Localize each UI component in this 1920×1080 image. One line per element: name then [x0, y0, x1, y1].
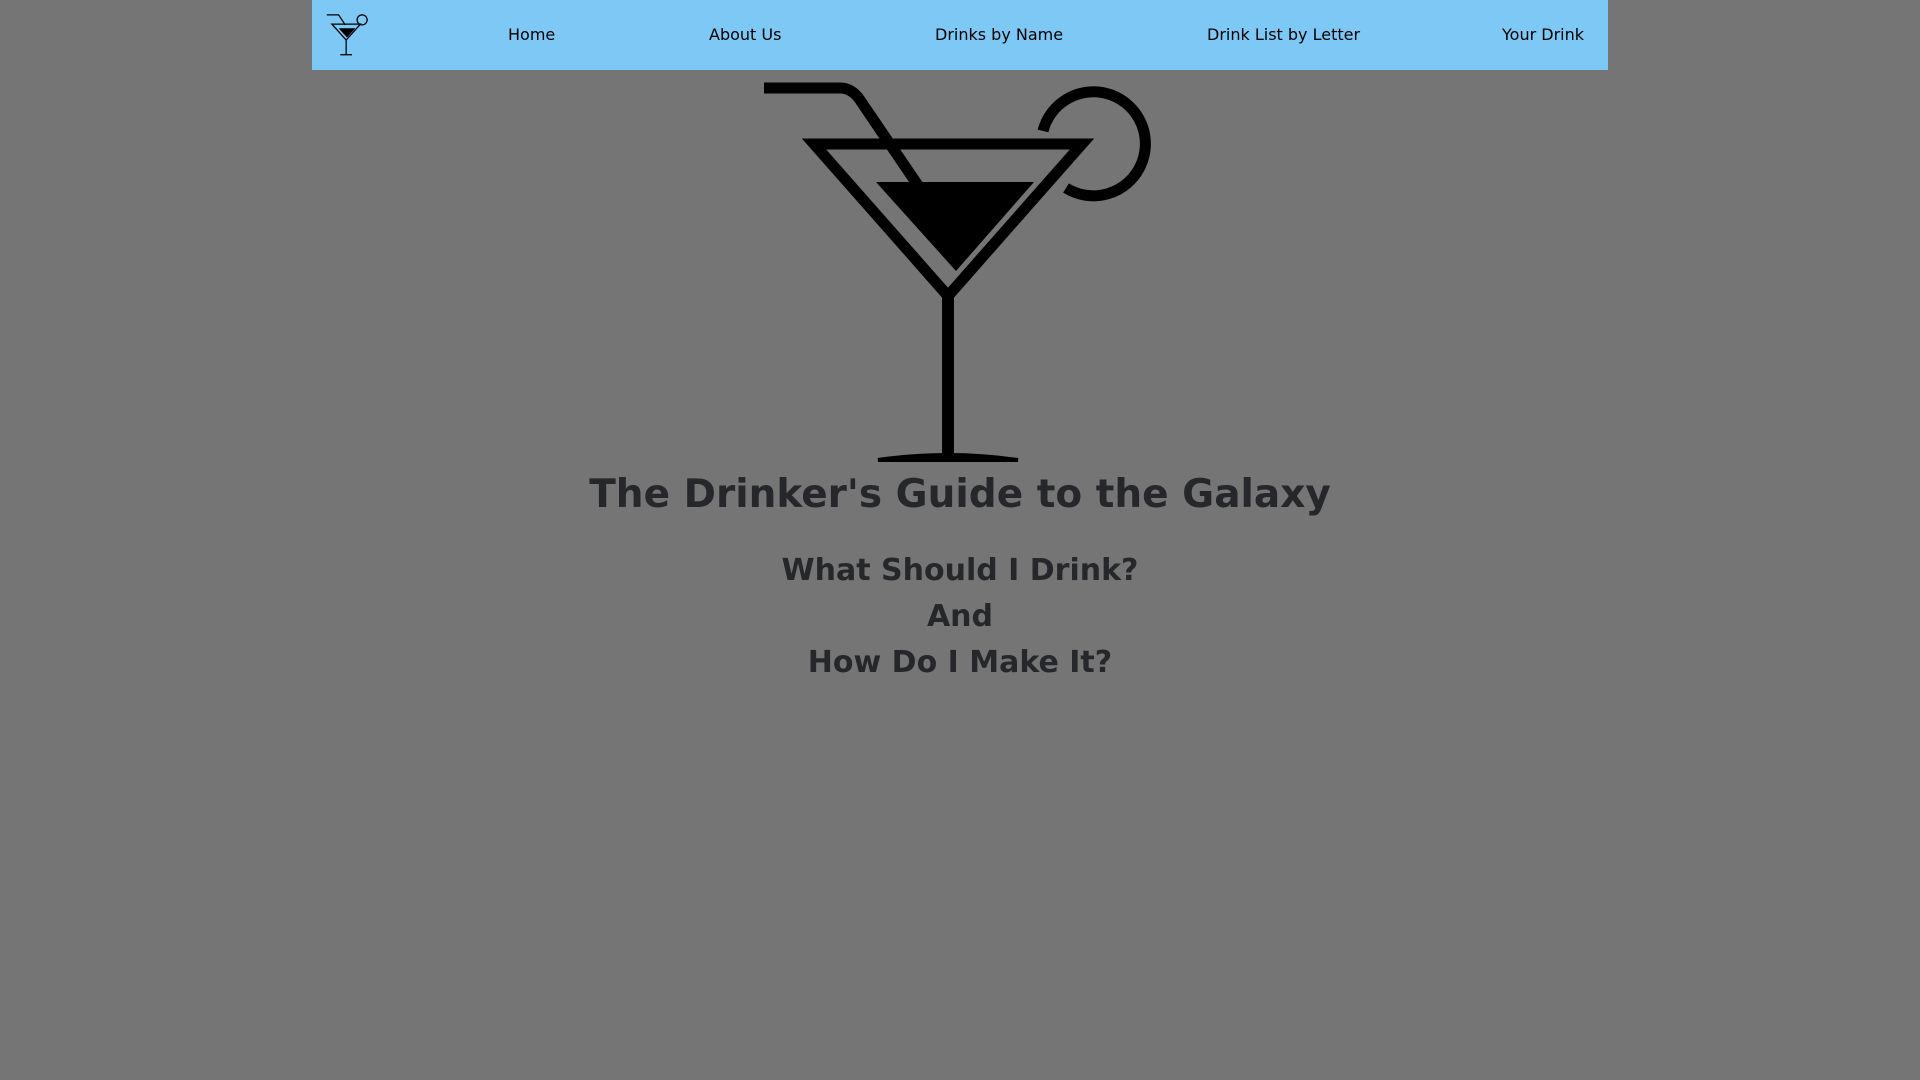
page-title: The Drinker's Guide to the Galaxy: [589, 472, 1331, 517]
tagline-line: How Do I Make It?: [807, 645, 1113, 680]
martini-logo-svg: [326, 14, 368, 56]
tagline-line: And: [926, 599, 994, 634]
nav-link-drinks-by-name[interactable]: Drinks by Name: [935, 0, 1063, 70]
nav-link-home[interactable]: Home: [508, 0, 555, 70]
tagline-line: What Should I Drink?: [781, 553, 1139, 588]
martini-logo-icon[interactable]: [326, 14, 368, 56]
nav-link-about-us[interactable]: About Us: [709, 0, 781, 70]
hero-tagline: What Should I Drink? And How Do I Make I…: [0, 548, 1920, 686]
cocktail-glass-icon: [760, 78, 1160, 462]
nav-link-your-drink[interactable]: Your Drink: [1502, 0, 1584, 70]
nav-link-drink-list-by-letter[interactable]: Drink List by Letter: [1207, 0, 1360, 70]
top-navbar: Home About Us Drinks by Name Drink List …: [312, 0, 1608, 70]
